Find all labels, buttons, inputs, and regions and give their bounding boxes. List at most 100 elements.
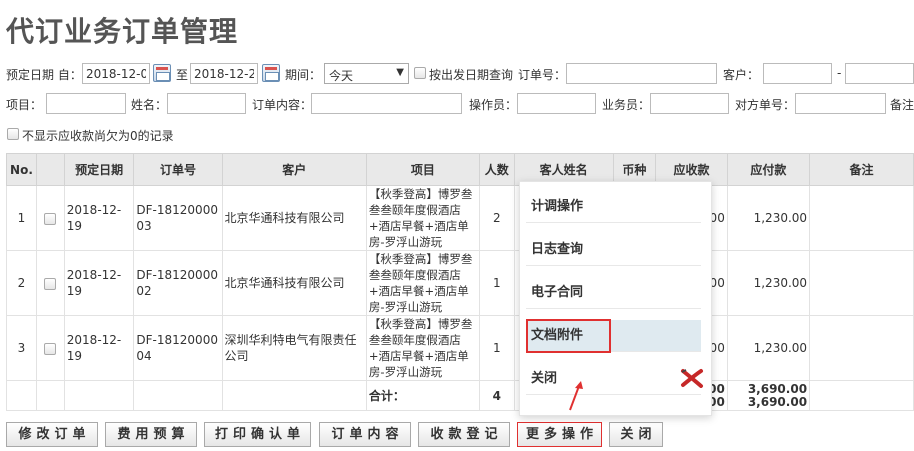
hide-zero-checkbox[interactable]: [7, 128, 19, 140]
operator-label: 操作员：: [469, 98, 518, 112]
book-date-label: 预定日期 自：: [6, 68, 82, 82]
row-checkbox[interactable]: [44, 342, 57, 355]
hide-zero-label: 不显示应收款尚欠为0的记录: [22, 129, 174, 143]
party-no-input[interactable]: [795, 93, 886, 114]
calendar-icon[interactable]: [262, 64, 280, 82]
col-header-count[interactable]: 人数: [478, 153, 515, 186]
summary-row: 合计： 4 30.00 30.00 3,690.00 3,690.00: [6, 380, 914, 411]
sum-blank: [133, 380, 223, 411]
calendar-icon[interactable]: [153, 64, 171, 82]
cell-no: 1: [6, 185, 37, 251]
content-label: 订单内容：: [252, 98, 313, 112]
order-no-input[interactable]: [566, 63, 717, 84]
cell-project: 【秋季登高】博罗叁叁叁颐年度假酒店+酒店早餐+酒店单房-罗浮山游玩: [365, 185, 480, 251]
more-actions-button[interactable]: 更多操作: [517, 422, 602, 447]
date-to-input[interactable]: [190, 63, 258, 84]
operator-input[interactable]: [517, 93, 596, 114]
to-label: 至: [176, 68, 189, 82]
edit-order-button[interactable]: 修改订单: [6, 422, 98, 447]
table-row[interactable]: 2 2018-12-19 DF-1812000002 北京华通科技有限公司 【秋…: [6, 250, 914, 316]
cell-no: 2: [6, 250, 37, 316]
content-input[interactable]: [311, 93, 462, 114]
row-checkbox[interactable]: [44, 212, 57, 225]
print-confirm-button[interactable]: 打印确认单: [204, 422, 311, 447]
cell-order-no: DF-1812000003: [133, 185, 223, 251]
sum-blank: [35, 380, 65, 411]
summary-payable: 3,690.00 3,690.00: [726, 380, 811, 411]
cell-project: 【秋季登高】博罗叁叁叁颐年度假酒店+酒店早餐+酒店单房-罗浮山游玩: [365, 250, 480, 316]
budget-button[interactable]: 费用预算: [105, 422, 197, 447]
col-header-customer[interactable]: 客户: [221, 153, 367, 186]
col-header-date[interactable]: 预定日期: [63, 153, 135, 186]
col-header-select: [35, 153, 65, 186]
close-button[interactable]: 关闭: [609, 422, 663, 447]
order-content-button[interactable]: 订单内容: [319, 422, 411, 447]
col-header-remark[interactable]: 备注: [809, 153, 914, 186]
customer-label: 客户：: [723, 68, 760, 82]
col-header-no[interactable]: No.: [6, 153, 37, 186]
payment-register-button[interactable]: 收款登记: [418, 422, 510, 447]
cell-date: 2018-12-19: [63, 315, 135, 381]
summary-payable-2: 3,690.00: [747, 394, 808, 409]
name-input[interactable]: [167, 93, 246, 114]
cell-count: 1: [478, 250, 515, 316]
cell-count: 2: [478, 185, 515, 251]
cell-remark: [809, 185, 914, 251]
salesman-input[interactable]: [650, 93, 729, 114]
menu-item-e-contract[interactable]: 电子合同: [526, 277, 701, 309]
col-header-payable[interactable]: 应付款: [726, 153, 811, 186]
cell-select: [35, 315, 65, 381]
arrow-up-icon: [569, 381, 583, 411]
table-row[interactable]: 1 2018-12-19 DF-1812000003 北京华通科技有限公司 【秋…: [6, 185, 914, 251]
cell-date: 2018-12-19: [63, 185, 135, 251]
sum-blank: [63, 380, 135, 411]
more-actions-menu: 计调操作 日志查询 电子合同 文档附件 关闭: [519, 181, 712, 416]
sum-blank: [221, 380, 367, 411]
order-no-label: 订单号：: [518, 68, 567, 82]
summary-count: 4: [478, 380, 515, 411]
period-select[interactable]: 今天 ▼: [324, 63, 409, 84]
summary-label: 合计：: [365, 380, 480, 411]
orders-table: No. 预定日期 订单号 客户 项目 人数 客人姓名 币种 应收款 应付款 备注…: [6, 153, 914, 411]
party-no-label: 对方单号：: [735, 98, 796, 112]
sum-blank: [809, 380, 914, 411]
menu-item-dispatch[interactable]: 计调操作: [526, 191, 701, 223]
cell-date: 2018-12-19: [63, 250, 135, 316]
cell-remark: [809, 315, 914, 381]
summary-payable-1: 3,690.00: [747, 381, 808, 396]
customer-input-from[interactable]: [763, 63, 832, 84]
chevron-down-icon: ▼: [396, 67, 404, 78]
menu-item-close[interactable]: 关闭: [526, 363, 701, 395]
cell-no: 3: [6, 315, 37, 381]
period-select-value: 今天: [329, 69, 354, 83]
cell-payable: 1,230.00: [726, 185, 811, 251]
red-x-icon[interactable]: [680, 368, 704, 388]
col-header-project[interactable]: 项目: [365, 153, 480, 186]
filter-row-2: 项目： 姓名： 订单内容： 操作员： 业务员： 对方单号： 备注: [0, 92, 914, 114]
name-label: 姓名：: [131, 98, 168, 112]
project-input[interactable]: [46, 93, 126, 114]
row-checkbox[interactable]: [44, 277, 57, 290]
cell-customer: 北京华通科技有限公司: [221, 250, 367, 316]
cell-count: 1: [478, 315, 515, 381]
depart-date-checkbox[interactable]: [414, 67, 426, 79]
table-row[interactable]: 3 2018-12-19 DF-1812000004 深圳华利特电气有限责任公司…: [6, 315, 914, 381]
date-from-input[interactable]: [82, 63, 150, 84]
cell-select: [35, 250, 65, 316]
remark-label: 备注: [890, 98, 914, 112]
customer-input-to[interactable]: [845, 63, 914, 84]
depart-check-label: 按出发日期查询: [429, 68, 514, 82]
salesman-label: 业务员：: [602, 98, 651, 112]
range-dash: -: [837, 66, 842, 80]
menu-item-log[interactable]: 日志查询: [526, 234, 701, 266]
cell-payable: 1,230.00: [726, 250, 811, 316]
period-label: 期间：: [285, 68, 322, 82]
menu-close-label: 关闭: [531, 371, 558, 386]
col-header-order-no[interactable]: 订单号: [133, 153, 223, 186]
cell-order-no: DF-1812000004: [133, 315, 223, 381]
highlight-box: [526, 319, 611, 353]
table-header-row: No. 预定日期 订单号 客户 项目 人数 客人姓名 币种 应收款 应付款 备注: [6, 153, 914, 186]
cell-order-no: DF-1812000002: [133, 250, 223, 316]
filter-row-1: 预定日期 自： 至 期间： 今天 ▼ 按出发日期查询 订单号： 客户： -: [0, 62, 914, 84]
cell-customer: 北京华通科技有限公司: [221, 185, 367, 251]
